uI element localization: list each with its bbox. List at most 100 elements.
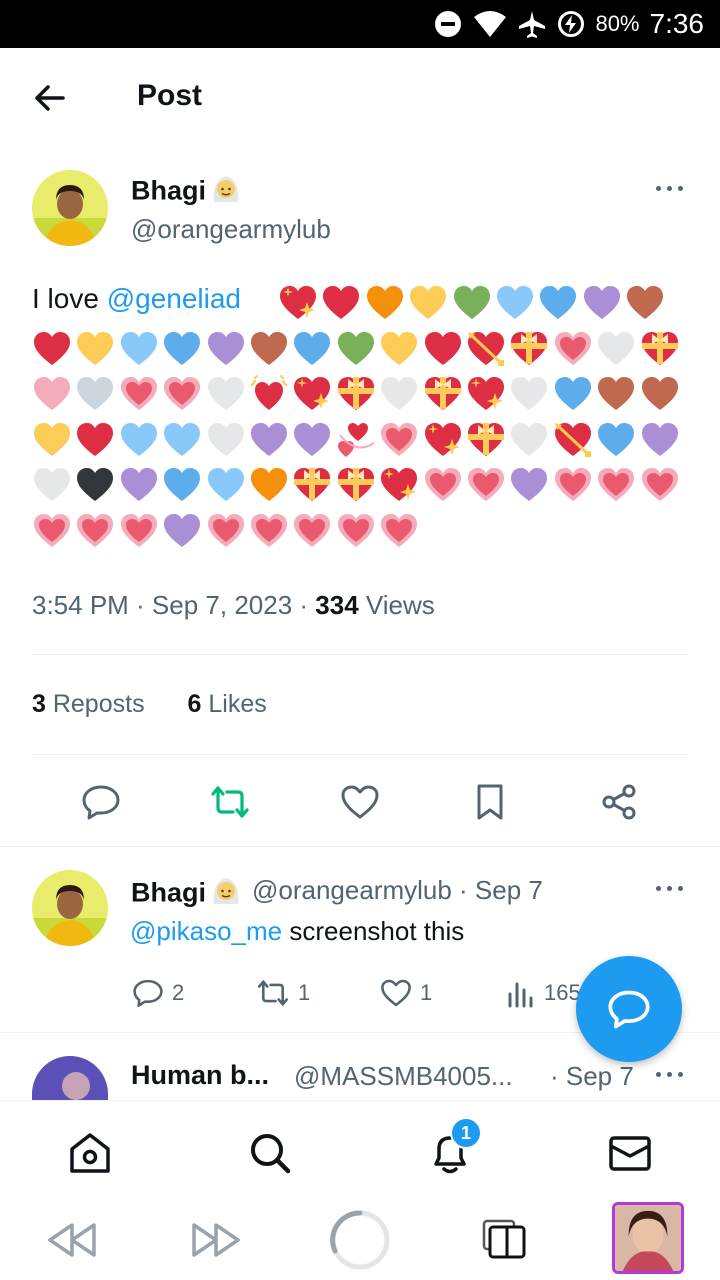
- next-reply-date: · Sep 7: [550, 1061, 634, 1091]
- growing-heart-emoji: [75, 512, 115, 550]
- more-options-icon[interactable]: [656, 184, 686, 194]
- beating-heart-emoji: [249, 374, 289, 413]
- black-heart-emoji: [75, 466, 115, 504]
- lightblue-heart-emoji: [495, 284, 535, 322]
- lightblue-heart-emoji: [162, 421, 202, 459]
- views-label: Views: [358, 590, 435, 620]
- yellow-heart-emoji: [75, 330, 115, 368]
- reply-more-options-icon[interactable]: [656, 884, 686, 894]
- growing-heart-emoji: [249, 512, 289, 550]
- reply-replies-button[interactable]: 2: [132, 976, 184, 1010]
- rewind-icon[interactable]: [44, 1218, 100, 1262]
- share-button[interactable]: [597, 780, 641, 824]
- ribbon-heart-emoji: [336, 466, 376, 504]
- bookmark-icon: [477, 784, 503, 820]
- purple-heart-emoji: [206, 330, 246, 368]
- compose-reply-button[interactable]: [576, 956, 682, 1062]
- reply-views-count: 165: [544, 980, 581, 1005]
- repost-icon: [257, 980, 289, 1006]
- growing-heart-emoji: [119, 375, 159, 413]
- do-not-disturb-icon: [433, 9, 463, 39]
- growing-heart-emoji: [336, 512, 376, 550]
- reply-author-name[interactable]: Bhagi: [131, 874, 242, 915]
- post-text: I love @geneliad: [32, 284, 241, 314]
- reply-avatar[interactable]: [32, 870, 108, 946]
- sparkling-heart-emoji: [278, 284, 318, 322]
- reply-mention-link[interactable]: @pikaso_me: [130, 916, 282, 946]
- reply-reposts-button[interactable]: 1: [256, 976, 310, 1010]
- sparkling-heart-emoji: [292, 375, 332, 413]
- divider: [0, 846, 720, 847]
- blue-heart-emoji: [553, 375, 593, 413]
- bookmark-button[interactable]: [468, 780, 512, 824]
- ribbon-heart-emoji: [466, 421, 506, 459]
- reply-like-button[interactable]: 1: [380, 976, 432, 1010]
- blue-heart-emoji: [538, 284, 578, 322]
- likes-count: 6: [187, 690, 202, 718]
- ribbon-heart-emoji: [423, 375, 463, 413]
- white-heart-emoji: [509, 375, 549, 413]
- likes-stat[interactable]: 6 Likes: [188, 690, 267, 718]
- repost-icon: [211, 786, 249, 818]
- bottom-navigation: 1: [0, 1100, 720, 1198]
- home-icon: [70, 1133, 110, 1173]
- back-button[interactable]: [30, 80, 70, 116]
- mention-link[interactable]: @geneliad: [107, 283, 241, 314]
- growing-heart-emoji: [553, 330, 593, 368]
- home-circle-button[interactable]: [328, 1208, 392, 1272]
- author-name[interactable]: Bhagi: [131, 172, 242, 213]
- brown-heart-emoji: [640, 375, 680, 413]
- system-navigation-bar: [0, 1198, 720, 1280]
- next-reply-author-handle[interactable]: @MASSMB4005...: [294, 1061, 513, 1092]
- search-tab[interactable]: [246, 1129, 294, 1177]
- repost-button[interactable]: [208, 780, 252, 824]
- purple-heart-emoji: [162, 512, 202, 550]
- brown-heart-emoji: [596, 375, 636, 413]
- blue-heart-emoji: [596, 421, 636, 459]
- share-icon: [602, 784, 636, 820]
- orange-heart-emoji: [249, 466, 289, 504]
- reply-text: @pikaso_me screenshot this: [130, 916, 464, 947]
- reposts-stat[interactable]: 3 Reposts: [32, 690, 145, 718]
- orange-heart-emoji: [365, 284, 405, 322]
- reply-button[interactable]: [79, 780, 123, 824]
- growing-heart-emoji: [379, 512, 419, 550]
- sparkling-heart-emoji: [466, 375, 506, 413]
- reply-likes-count: 1: [420, 980, 433, 1005]
- messages-tab[interactable]: [606, 1129, 654, 1177]
- home-tab[interactable]: [66, 1129, 114, 1177]
- reply-author-handle[interactable]: @orangearmylub · Sep 7: [252, 875, 543, 906]
- avatar[interactable]: [32, 170, 108, 246]
- grey-heart-emoji: [75, 375, 115, 413]
- growing-heart-emoji: [596, 466, 636, 504]
- reply-bubble-icon: [608, 990, 650, 1029]
- blue-heart-emoji: [292, 330, 332, 368]
- ribbon-heart-emoji: [509, 330, 549, 368]
- author-handle[interactable]: @orangearmylub: [131, 214, 331, 245]
- likes-label: Likes: [201, 690, 267, 718]
- ribbon-heart-emoji: [336, 375, 376, 413]
- brown-heart-emoji: [249, 330, 289, 368]
- battery-percentage: 80%: [595, 11, 640, 36]
- app-shortcut-thumbnail[interactable]: [612, 1202, 684, 1274]
- clock: 7:36: [649, 8, 705, 39]
- red-heart-emoji: [32, 330, 72, 368]
- next-reply-more-options-icon[interactable]: [656, 1070, 686, 1080]
- reposts-label: Reposts: [45, 690, 145, 718]
- red-heart-emoji: [75, 421, 115, 459]
- fast-forward-icon[interactable]: [188, 1218, 244, 1262]
- red-heart-emoji: [423, 330, 463, 368]
- white-heart-emoji: [596, 330, 636, 368]
- ribbon-heart-emoji: [640, 330, 680, 368]
- next-reply-avatar[interactable]: [32, 1056, 108, 1100]
- recent-apps-icon[interactable]: [478, 1214, 530, 1264]
- growing-heart-emoji: [32, 512, 72, 550]
- growing-heart-emoji: [162, 375, 202, 413]
- reply-views-button[interactable]: 165: [506, 976, 581, 1010]
- yellow-heart-emoji: [379, 330, 419, 368]
- divider: [32, 754, 688, 755]
- growing-heart-emoji: [553, 466, 593, 504]
- next-reply-author-name[interactable]: Human b...: [131, 1060, 269, 1091]
- like-button[interactable]: [338, 780, 382, 824]
- status-bar: 80% 7:36: [0, 0, 720, 48]
